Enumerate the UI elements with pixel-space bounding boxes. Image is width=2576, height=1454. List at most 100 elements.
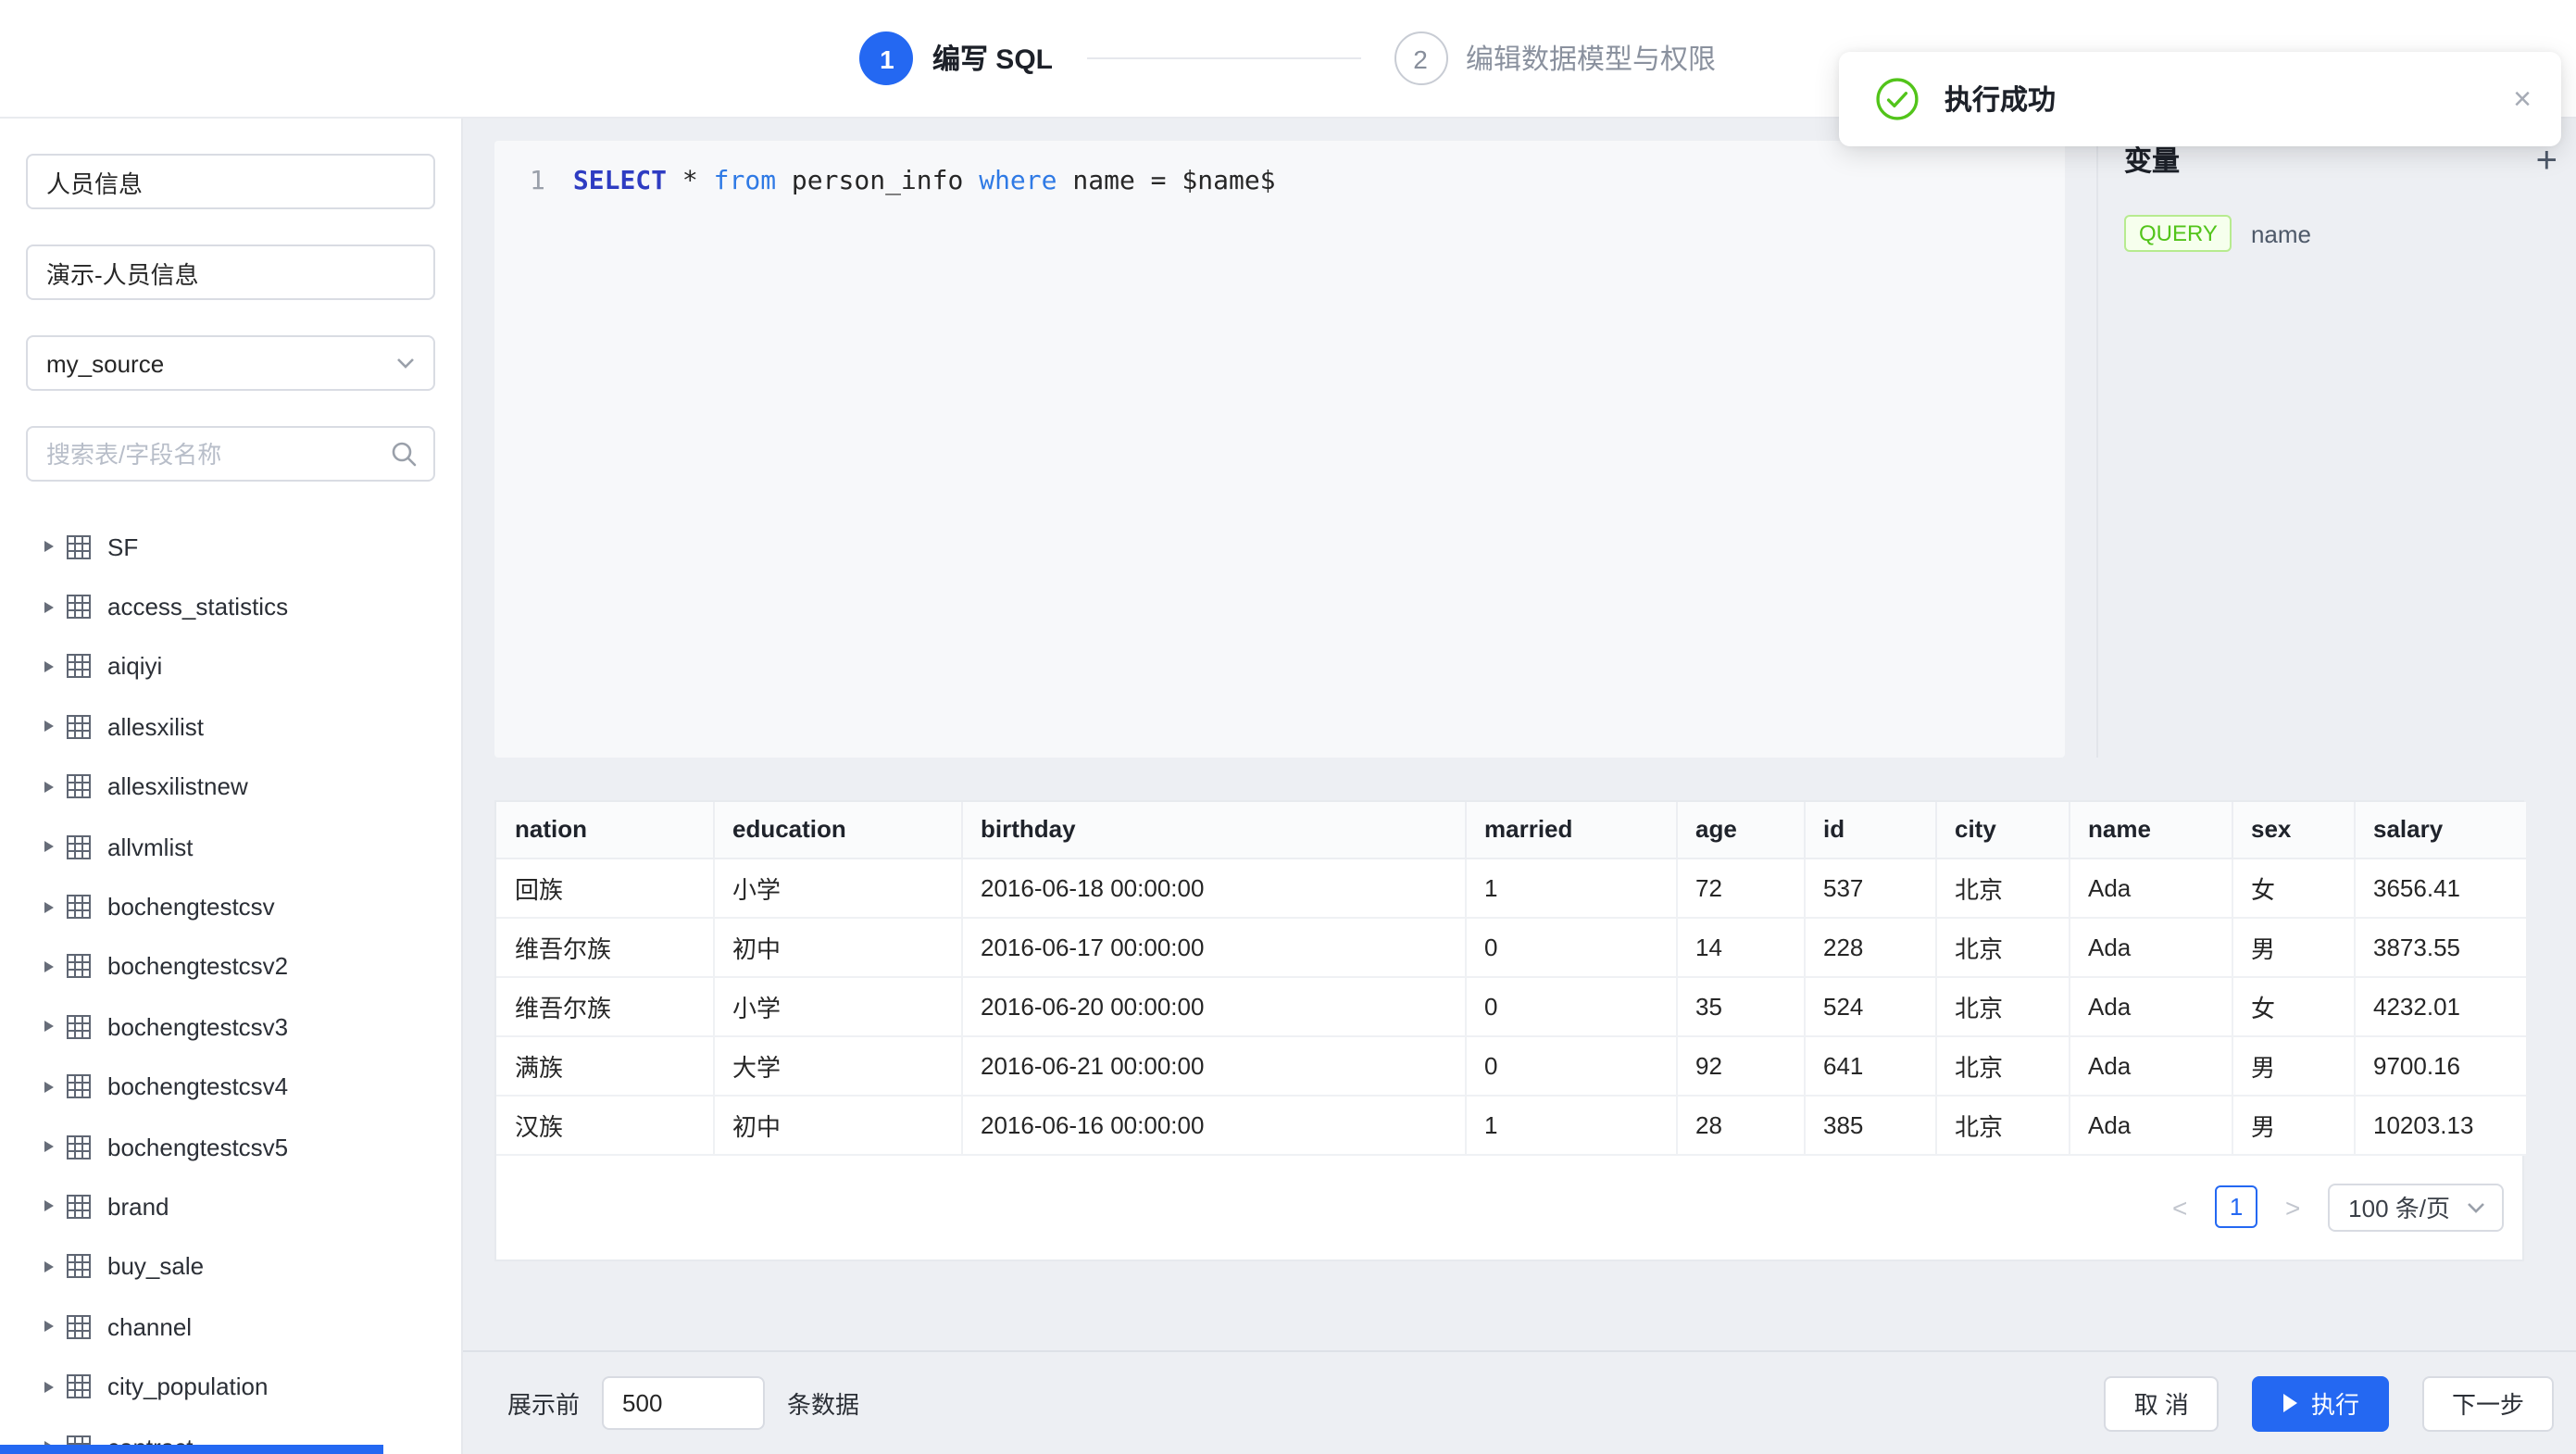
expand-caret-icon[interactable]	[44, 1322, 54, 1333]
table-cell: 2016-06-18 00:00:00	[961, 858, 1465, 917]
tree-item-allvmlist[interactable]: allvmlist	[26, 817, 435, 877]
expand-caret-icon[interactable]	[44, 1381, 54, 1392]
main-area: 1 SELECT * from person_info where name =…	[463, 119, 2576, 1454]
table-cell: Ada	[2069, 1095, 2232, 1154]
table-cell: 北京	[1935, 1035, 2069, 1095]
sidebar: my_source SFaccess_statisticsaiqiyialles…	[0, 119, 463, 1454]
table-cell: 男	[2232, 1095, 2354, 1154]
expand-caret-icon[interactable]	[44, 961, 54, 972]
table-cell: 男	[2232, 917, 2354, 976]
column-header-id: id	[1804, 802, 1935, 858]
tree-item-bochengtestcsv4[interactable]: bochengtestcsv4	[26, 1057, 435, 1117]
table-name: access_statistics	[107, 593, 288, 620]
table-cell: 初中	[713, 917, 961, 976]
tree-item-aiqiyi[interactable]: aiqiyi	[26, 637, 435, 697]
table-cell: 初中	[713, 1095, 961, 1154]
table-cell: 10203.13	[2354, 1095, 2526, 1154]
results-section: nationeducationbirthdaymarriedageidcityn…	[463, 758, 2576, 1350]
tree-item-city_population[interactable]: city_population	[26, 1357, 435, 1417]
search-input[interactable]	[26, 426, 435, 482]
tree-item-buy_sale[interactable]: buy_sale	[26, 1236, 435, 1297]
expand-caret-icon[interactable]	[44, 1201, 54, 1212]
table-cell: 北京	[1935, 858, 2069, 917]
pagination-current-page[interactable]: 1	[2215, 1185, 2257, 1228]
execute-button[interactable]: 执行	[2252, 1375, 2389, 1431]
table-cell: Ada	[2069, 976, 2232, 1035]
results-card: nationeducationbirthdaymarriedageidcityn…	[494, 800, 2524, 1260]
sql-token: SELECT	[573, 167, 667, 196]
table-cell: 228	[1804, 917, 1935, 976]
step-connector	[1086, 57, 1360, 59]
column-header-married: married	[1465, 802, 1676, 858]
expand-caret-icon[interactable]	[44, 721, 54, 733]
model-name-input[interactable]	[26, 154, 435, 209]
tree-item-access_statistics[interactable]: access_statistics	[26, 577, 435, 637]
expand-caret-icon[interactable]	[44, 1022, 54, 1033]
limit-prefix-label: 展示前	[507, 1385, 580, 1421]
execute-label: 执行	[2311, 1385, 2359, 1421]
table-cell: Ada	[2069, 858, 2232, 917]
variables-title: 变量	[2124, 141, 2180, 180]
variables-panel: 变量 + QUERY name	[2096, 119, 2576, 758]
tree-item-bochengtestcsv2[interactable]: bochengtestcsv2	[26, 936, 435, 996]
sql-token: name = $name$	[1057, 167, 1276, 196]
table-cell: 北京	[1935, 917, 2069, 976]
toast-message: 执行成功	[1945, 80, 2513, 119]
datasource-select[interactable]: my_source	[26, 335, 435, 391]
pagination-next-icon[interactable]: >	[2276, 1192, 2309, 1222]
datasource-value: my_source	[46, 349, 164, 377]
expand-caret-icon[interactable]	[44, 601, 54, 612]
expand-caret-icon[interactable]	[44, 1261, 54, 1272]
expand-caret-icon[interactable]	[44, 541, 54, 552]
table-cell: 小学	[713, 858, 961, 917]
chevron-down-icon	[396, 354, 415, 372]
table-cell: 35	[1676, 976, 1804, 1035]
table-cell: 男	[2232, 1035, 2354, 1095]
table-icon	[67, 1015, 91, 1039]
expand-caret-icon[interactable]	[44, 841, 54, 852]
expand-caret-icon[interactable]	[44, 1141, 54, 1152]
pagination-prev-icon[interactable]: <	[2163, 1192, 2196, 1222]
add-variable-icon[interactable]: +	[2536, 142, 2557, 179]
sql-editor[interactable]: 1 SELECT * from person_info where name =…	[494, 141, 2065, 758]
expand-caret-icon[interactable]	[44, 1081, 54, 1092]
tree-item-bochengtestcsv[interactable]: bochengtestcsv	[26, 877, 435, 937]
column-header-sex: sex	[2232, 802, 2354, 858]
display-name-input[interactable]	[26, 244, 435, 300]
table-cell: 641	[1804, 1035, 1935, 1095]
results-body: 回族小学2016-06-18 00:00:00172537北京Ada女3656.…	[496, 858, 2526, 1154]
limit-input[interactable]	[602, 1376, 765, 1430]
table-icon	[67, 1255, 91, 1279]
tree-item-channel[interactable]: channel	[26, 1297, 435, 1357]
step-1-number: 1	[860, 31, 914, 85]
cancel-button[interactable]: 取 消	[2105, 1375, 2219, 1431]
expand-caret-icon[interactable]	[44, 901, 54, 912]
table-icon	[67, 775, 91, 799]
tree-item-brand[interactable]: brand	[26, 1177, 435, 1237]
tree-item-bochengtestcsv3[interactable]: bochengtestcsv3	[26, 996, 435, 1057]
tree-item-allesxilist[interactable]: allesxilist	[26, 696, 435, 757]
close-icon[interactable]: ×	[2513, 83, 2532, 115]
table-cell: 0	[1465, 917, 1676, 976]
table-cell: 4232.01	[2354, 976, 2526, 1035]
table-cell: 14	[1676, 917, 1804, 976]
expand-caret-icon[interactable]	[44, 661, 54, 672]
table-cell: 3873.55	[2354, 917, 2526, 976]
tree-item-bochengtestcsv5[interactable]: bochengtestcsv5	[26, 1117, 435, 1177]
table-icon	[67, 534, 91, 558]
tree-item-SF[interactable]: SF	[26, 517, 435, 577]
table-icon	[67, 895, 91, 919]
tree-item-allesxilistnew[interactable]: allesxilistnew	[26, 757, 435, 817]
table-cell: 3656.41	[2354, 858, 2526, 917]
next-step-button[interactable]: 下一步	[2422, 1375, 2554, 1431]
expand-caret-icon[interactable]	[44, 782, 54, 793]
step-1[interactable]: 1 编写 SQL	[860, 31, 1053, 85]
table-cell: 女	[2232, 858, 2354, 917]
column-header-nation: nation	[496, 802, 713, 858]
table-icon	[67, 655, 91, 679]
footer-bar: 展示前 条数据 取 消 执行 下一步	[463, 1350, 2576, 1454]
step-2[interactable]: 2 编辑数据模型与权限	[1394, 31, 1716, 85]
scrollbar-thumb[interactable]	[0, 1445, 383, 1454]
page-size-select[interactable]: 100 条/页	[2328, 1183, 2504, 1231]
table-icon	[67, 1074, 91, 1098]
